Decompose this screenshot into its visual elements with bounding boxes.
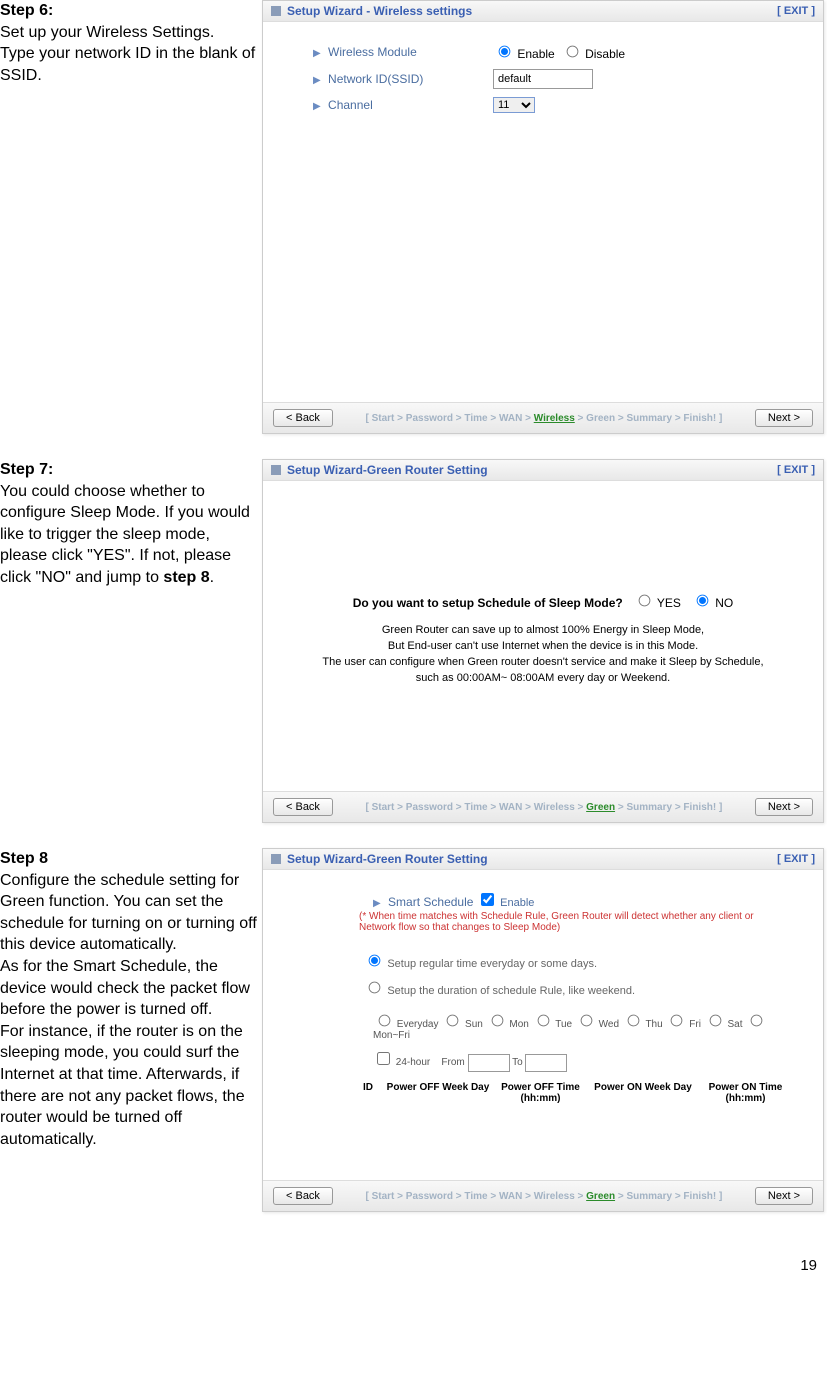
back-button[interactable]: < Back: [273, 409, 333, 427]
panel-body: Do you want to setup Schedule of Sleep M…: [263, 481, 823, 791]
step6-section: Step 6: Set up your Wireless Settings. T…: [0, 0, 827, 434]
step7-panel: Setup Wizard-Green Router Setting [ EXIT…: [262, 459, 824, 823]
ssid-input[interactable]: [493, 69, 593, 89]
next-button[interactable]: Next >: [755, 1187, 813, 1205]
step6-text1: Set up your Wireless Settings.: [0, 24, 214, 41]
step8-description: Step 8 Configure the schedule setting fo…: [0, 848, 262, 1212]
exit-button[interactable]: [ EXIT ]: [777, 853, 815, 865]
step6-panel: Setup Wizard - Wireless settings [ EXIT …: [262, 0, 824, 434]
smart-schedule-row: ▶ Smart Schedule Enable: [373, 890, 793, 909]
back-button[interactable]: < Back: [273, 1187, 333, 1205]
channel-select[interactable]: 11: [493, 97, 535, 113]
yes-radio[interactable]: YES: [633, 596, 681, 610]
panel-title: Setup Wizard-Green Router Setting: [287, 463, 777, 477]
from-input[interactable]: [468, 1054, 510, 1072]
triangle-icon: ▶: [373, 898, 381, 909]
triangle-icon: ▶: [313, 101, 321, 112]
panel-body: ▶ Wireless Module Enable Disable ▶ Netwo…: [263, 22, 823, 402]
radio-regular[interactable]: Setup regular time everyday or some days…: [363, 951, 793, 970]
step6-text2: Type your network ID in the blank of SSI…: [0, 45, 255, 84]
exit-button[interactable]: [ EXIT ]: [777, 5, 815, 17]
wireless-module-row: ▶ Wireless Module Enable Disable: [313, 42, 803, 61]
step6-heading: Step 6:: [0, 2, 53, 19]
question: Do you want to setup Schedule of Sleep M…: [283, 591, 803, 610]
breadcrumb: [ Start > Password > Time > WAN > Wirele…: [333, 802, 755, 813]
panel-title: Setup Wizard-Green Router Setting: [287, 852, 777, 866]
step6-description: Step 6: Set up your Wireless Settings. T…: [0, 0, 262, 434]
exit-button[interactable]: [ EXIT ]: [777, 464, 815, 476]
panel-icon: [271, 6, 281, 16]
panel-header: Setup Wizard-Green Router Setting [ EXIT…: [263, 460, 823, 481]
breadcrumb: [ Start > Password > Time > WAN > Wirele…: [333, 413, 755, 424]
table-header: ID Power OFF Week Day Power OFF Time (hh…: [353, 1082, 793, 1104]
panel-footer: < Back [ Start > Password > Time > WAN >…: [263, 791, 823, 822]
to-input[interactable]: [525, 1054, 567, 1072]
triangle-icon: ▶: [313, 48, 321, 59]
channel-row: ▶ Channel 11: [313, 97, 803, 113]
panel-header: Setup Wizard-Green Router Setting [ EXIT…: [263, 849, 823, 870]
disable-radio[interactable]: Disable: [561, 42, 625, 61]
step8-section: Step 8 Configure the schedule setting fo…: [0, 848, 827, 1212]
panel-title: Setup Wizard - Wireless settings: [287, 4, 777, 18]
panel-header: Setup Wizard - Wireless settings [ EXIT …: [263, 1, 823, 22]
panel-body: ▶ Smart Schedule Enable (* When time mat…: [263, 870, 823, 1180]
24hour-checkbox[interactable]: [377, 1052, 390, 1065]
step7-section: Step 7: You could choose whether to conf…: [0, 459, 827, 823]
next-button[interactable]: Next >: [755, 409, 813, 427]
step8-heading: Step 8: [0, 850, 48, 867]
no-radio[interactable]: NO: [691, 596, 733, 610]
panel-footer: < Back [ Start > Password > Time > WAN >…: [263, 1180, 823, 1211]
next-button[interactable]: Next >: [755, 798, 813, 816]
step7-heading: Step 7:: [0, 461, 53, 478]
ssid-row: ▶ Network ID(SSID): [313, 69, 803, 89]
enable-radio[interactable]: Enable: [493, 42, 555, 61]
channel-label: ▶ Channel: [313, 98, 493, 112]
ssid-label: ▶ Network ID(SSID): [313, 72, 493, 86]
days-row: Everyday Sun Mon Tue Wed Thu Fri Sat Mon…: [373, 1011, 793, 1041]
note-text: (* When time matches with Schedule Rule,…: [359, 911, 793, 933]
panel-footer: < Back [ Start > Password > Time > WAN >…: [263, 402, 823, 433]
breadcrumb: [ Start > Password > Time > WAN > Wirele…: [333, 1191, 755, 1202]
hour-row: 24-hour From To: [373, 1049, 793, 1072]
step8-panel: Setup Wizard-Green Router Setting [ EXIT…: [262, 848, 824, 1212]
page-number: 19: [0, 1237, 827, 1284]
panel-icon: [271, 465, 281, 475]
back-button[interactable]: < Back: [273, 798, 333, 816]
step7-description: Step 7: You could choose whether to conf…: [0, 459, 262, 823]
enable-checkbox[interactable]: [481, 893, 494, 906]
panel-icon: [271, 854, 281, 864]
radio-duration[interactable]: Setup the duration of schedule Rule, lik…: [363, 978, 793, 997]
wireless-module-label: ▶ Wireless Module: [313, 45, 493, 59]
triangle-icon: ▶: [313, 75, 321, 86]
